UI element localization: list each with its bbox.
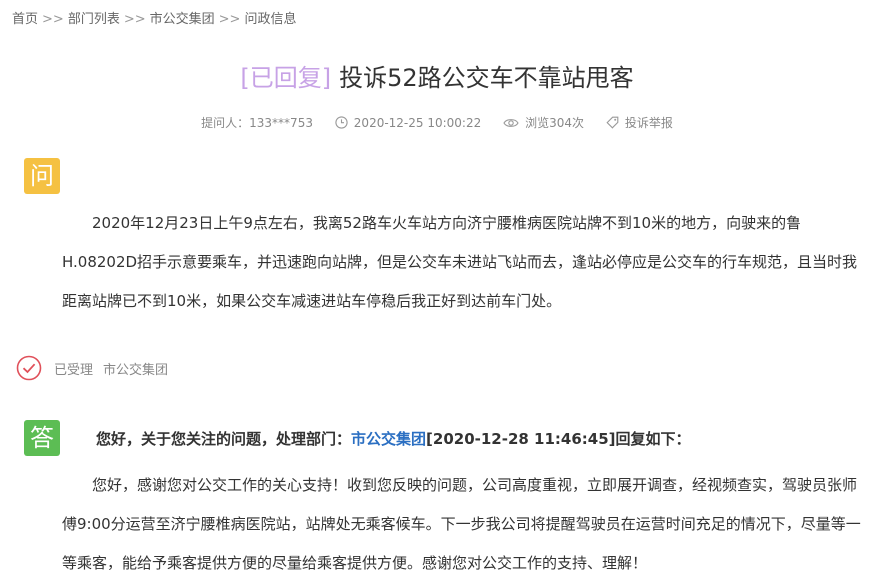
breadcrumb-separator: >>	[42, 12, 64, 27]
post-time: 2020-12-25 10:00:22	[335, 116, 481, 130]
view-count-value: 浏览304次	[525, 116, 584, 130]
eye-icon	[503, 118, 519, 127]
post-time-value: 2020-12-25 10:00:22	[353, 115, 482, 130]
tag-icon	[606, 116, 619, 129]
page-title: [已回复] 投诉52路公交车不靠站甩客	[0, 58, 874, 93]
status-badge: [已回复]	[240, 64, 332, 92]
breadcrumb-separator: >>	[218, 12, 241, 27]
clock-icon	[335, 116, 348, 129]
breadcrumb-current[interactable]: 问政信息	[244, 12, 296, 27]
breadcrumb-department[interactable]: 市公交集团	[150, 12, 215, 27]
check-circle-icon	[16, 355, 42, 381]
breadcrumb-home[interactable]: 首页	[12, 12, 38, 27]
asker-label: 提问人：133***753	[201, 116, 313, 130]
answer-text: 您好，感谢您对公交工作的关心支持！收到您反映的问题，公司高度重视，立即展开调查，…	[62, 476, 861, 572]
status-label: 已受理	[54, 362, 94, 378]
question-tag: 问	[24, 158, 60, 194]
status-row: 已受理 市公交集团	[16, 355, 168, 381]
reply-header: 您好，关于您关注的问题，处理部门：市公交集团[2020-12-28 11:46:…	[96, 428, 691, 449]
breadcrumb-department-list[interactable]: 部门列表	[68, 12, 120, 27]
answer-tag: 答	[24, 420, 60, 456]
view-count: 浏览304次	[503, 114, 584, 131]
asker-info: 提问人：133***753	[201, 114, 313, 131]
page-title-text: 投诉52路公交车不靠站甩客	[339, 64, 634, 92]
breadcrumb: 首页 >> 部门列表 >> 市公交集团 >> 问政信息	[12, 8, 296, 27]
question-text: 2020年12月23日上午9点左右，我离52路车火车站方向济宁腰椎病医院站牌不到…	[62, 214, 858, 310]
meta-bar: 提问人：133***753 2020-12-25 10:00:22 浏览304次…	[0, 114, 874, 131]
report-link[interactable]: 投诉举报	[606, 114, 673, 131]
breadcrumb-separator: >>	[123, 12, 146, 27]
reply-header-prefix: 您好，关于您关注的问题，处理部门：	[96, 430, 352, 448]
reply-department-link[interactable]: 市公交集团	[351, 430, 426, 448]
reply-header-suffix: [2020-12-28 11:46:45]回复如下：	[426, 430, 691, 448]
report-label[interactable]: 投诉举报	[625, 114, 673, 131]
status-department: 市公交集团	[103, 362, 169, 378]
